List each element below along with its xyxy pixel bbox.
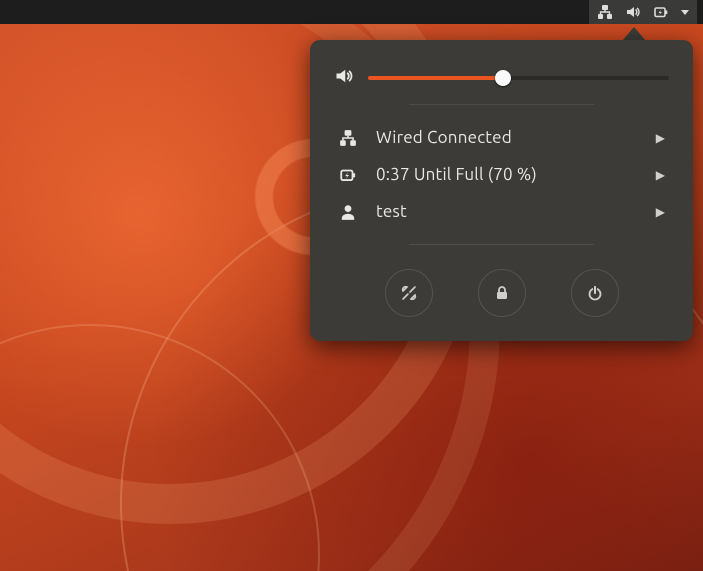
system-menu: Wired Connected ▶ 0:37 Until Full (70 %)… xyxy=(310,40,693,341)
action-row xyxy=(334,259,669,323)
user-icon xyxy=(338,203,358,221)
lock-button[interactable] xyxy=(478,269,526,317)
network-wired-icon xyxy=(338,129,358,147)
separator xyxy=(409,244,593,245)
volume-high-icon xyxy=(334,66,354,90)
settings-tools-icon xyxy=(400,284,418,302)
power-icon xyxy=(586,284,604,302)
popover-arrow xyxy=(622,27,646,41)
chevron-right-icon: ▶ xyxy=(656,131,665,145)
system-tray[interactable] xyxy=(589,0,697,24)
menu-item-label: 0:37 Until Full (70 %) xyxy=(376,165,638,184)
menu-item-label: test xyxy=(376,202,638,221)
battery-charging-icon xyxy=(653,4,669,20)
volume-high-icon xyxy=(625,4,641,20)
menu-item-user[interactable]: test ▶ xyxy=(334,193,669,230)
lock-icon xyxy=(493,284,511,302)
slider-thumb[interactable] xyxy=(495,70,511,86)
menu-item-label: Wired Connected xyxy=(376,128,638,147)
volume-slider[interactable] xyxy=(368,69,669,87)
settings-button[interactable] xyxy=(385,269,433,317)
network-wired-icon xyxy=(597,4,613,20)
slider-fill xyxy=(368,76,503,80)
separator xyxy=(409,104,593,105)
menu-item-battery[interactable]: 0:37 Until Full (70 %) ▶ xyxy=(334,156,669,193)
battery-charging-icon xyxy=(338,166,358,184)
volume-row xyxy=(334,66,669,90)
caret-down-icon xyxy=(681,10,689,15)
chevron-right-icon: ▶ xyxy=(656,168,665,182)
menu-item-network[interactable]: Wired Connected ▶ xyxy=(334,119,669,156)
top-bar xyxy=(0,0,703,24)
chevron-right-icon: ▶ xyxy=(656,205,665,219)
power-button[interactable] xyxy=(571,269,619,317)
